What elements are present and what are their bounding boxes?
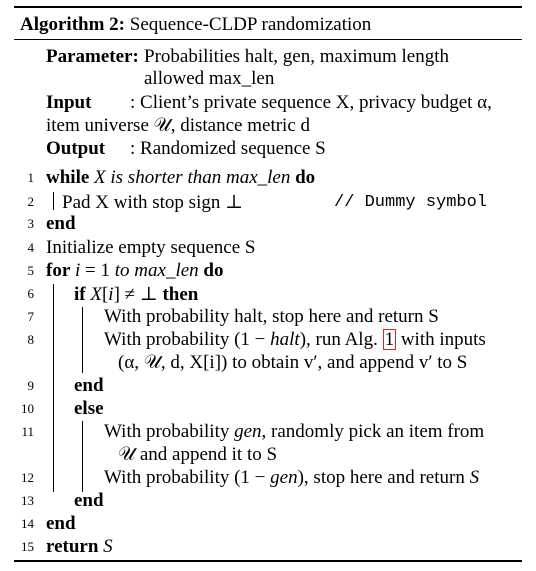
- line-number: 7: [27, 309, 35, 324]
- for-block-bar: [53, 284, 54, 492]
- algorithm-reference-link[interactable]: 1: [382, 329, 397, 350]
- line-7-text: With probability halt, stop here and ret…: [104, 306, 439, 327]
- line-number: 14: [21, 516, 34, 531]
- line-6-text: if X[i] ≠ ⊥ then: [74, 284, 199, 305]
- line-number: 1: [27, 170, 35, 185]
- line-11-continuation: 𝒰 and append it to S: [118, 444, 278, 465]
- line-number: 8: [27, 332, 35, 347]
- line-number: 2: [27, 194, 35, 209]
- while-block-bar: [53, 192, 54, 210]
- line-8-text: With probability (1 − halt), run Alg. 1 …: [104, 329, 486, 350]
- line-2-comment: // Dummy symbol: [334, 193, 488, 212]
- else-block-bar: [82, 421, 83, 492]
- line-4-text: Initialize empty sequence S: [46, 237, 256, 258]
- line-13-text: end: [74, 490, 104, 511]
- algorithm-caption: Algorithm 2: Sequence-CLDP randomization: [20, 14, 371, 36]
- line-11-text: With probability gen, randomly pick an i…: [104, 421, 485, 442]
- input-line-1: : Client’s private sequence X, privacy b…: [130, 92, 492, 113]
- input-line-2: item universe 𝒰, distance metric d: [46, 115, 311, 136]
- line-number: 3: [27, 216, 35, 231]
- line-1-text: while X is shorter than max_len do: [46, 167, 316, 188]
- line-number: 11: [21, 424, 34, 439]
- line-number: 13: [21, 493, 34, 508]
- line-5-text: for i = 1 to max_len do: [46, 260, 224, 281]
- line-number: 12: [21, 470, 34, 485]
- line-number: 9: [27, 378, 35, 393]
- caption-rule: [14, 39, 522, 40]
- line-12-text: With probability (1 − gen), stop here an…: [104, 467, 480, 488]
- algorithm-box: Algorithm 2: Sequence-CLDP randomization…: [14, 6, 522, 562]
- line-number: 4: [27, 240, 35, 255]
- output-label: Output: [46, 138, 106, 159]
- parameter-line-1: Probabilities halt, gen, maximum length: [144, 46, 450, 67]
- if-block-bar: [82, 307, 83, 373]
- line-3-text: end: [46, 213, 76, 234]
- line-number: 10: [21, 401, 34, 416]
- line-number: 6: [27, 286, 35, 301]
- line-2-text: Pad X with stop sign ⊥: [62, 192, 243, 213]
- algorithm-label: Algorithm 2:: [20, 14, 126, 35]
- bottom-rule: [14, 560, 522, 562]
- line-number: 15: [21, 539, 34, 554]
- parameter-line-2: allowed max_len: [144, 68, 275, 89]
- top-rule: [14, 6, 522, 8]
- algorithm-title: Sequence-CLDP randomization: [129, 14, 372, 35]
- line-number: 5: [27, 263, 35, 278]
- line-15-text: return S: [46, 536, 113, 557]
- line-14-text: end: [46, 513, 76, 534]
- input-label: Input: [46, 92, 92, 113]
- parameter-label: Parameter:: [46, 46, 139, 67]
- line-9-text: end: [74, 375, 104, 396]
- line-8-continuation: (α, 𝒰, d, X[i]) to obtain v′, and append…: [118, 352, 468, 373]
- line-10-text: else: [74, 398, 104, 419]
- output-line-1: : Randomized sequence S: [130, 138, 326, 159]
